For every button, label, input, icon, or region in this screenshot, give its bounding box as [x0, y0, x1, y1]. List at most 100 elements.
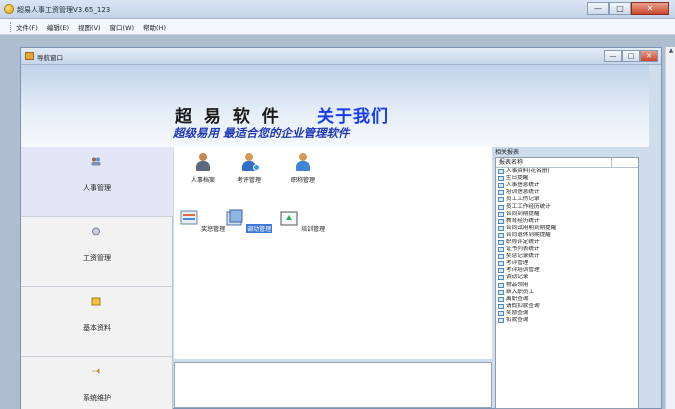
report-item-label: 考评管理	[506, 260, 529, 267]
report-item-label: 培训信息统计	[506, 189, 540, 196]
report-item[interactable]: 职称评定统计	[498, 239, 638, 246]
report-item-label: 职称评定统计	[506, 238, 540, 245]
report-item[interactable]: 调动记录	[498, 274, 638, 281]
report-item[interactable]: 奖励查询	[498, 310, 638, 317]
module-title-management[interactable]: 职称管理	[278, 153, 328, 184]
report-item[interactable]: 人事资料(花名册)	[498, 168, 638, 175]
report-item[interactable]: 物品领用	[498, 282, 638, 289]
nav-personnel[interactable]: 人事管理	[21, 147, 173, 217]
child-close-button[interactable]: ✕	[640, 50, 658, 62]
menu-edit[interactable]: 编辑(E)	[47, 22, 69, 32]
report-doc-icon	[498, 282, 504, 288]
module-evaluation[interactable]: 考评管理	[224, 153, 274, 184]
child-minimize-button[interactable]: —	[604, 50, 622, 62]
module-training[interactable]: 培训管理	[278, 209, 328, 233]
toolbar-grip[interactable]	[10, 21, 12, 32]
module-personnel-files[interactable]: 人事档案	[178, 153, 228, 184]
minimize-button[interactable]: —	[587, 2, 609, 15]
report-item-label: 教育经历统计	[506, 217, 540, 224]
reports-header: 报表名称	[496, 158, 638, 168]
maximize-button[interactable]: □	[609, 2, 631, 15]
nav-label: 基本资料	[83, 324, 111, 332]
slogan: 超级易用 最适合您的企业管理软件	[173, 126, 350, 140]
report-doc-icon	[498, 232, 504, 238]
tools-icon	[92, 368, 100, 374]
report-item[interactable]: 扣款查询	[498, 317, 638, 324]
nav-label: 人事管理	[83, 184, 111, 192]
report-item-label: 扣款查询	[506, 317, 529, 324]
report-item[interactable]: 新入职员工	[498, 289, 638, 296]
report-item-label: 生日提醒	[506, 175, 529, 182]
report-item-label: 员工工伤记录	[506, 196, 540, 203]
module-transfer[interactable]: 调动管理	[224, 209, 274, 233]
menu-file[interactable]: 文件(F)	[16, 22, 38, 32]
module-label: 考评管理	[236, 177, 261, 184]
close-button[interactable]: ✕	[631, 2, 669, 15]
report-item[interactable]: 人事信息统计	[498, 182, 638, 189]
report-item[interactable]: 证书列表统计	[498, 246, 638, 253]
reports-list: 报表名称 人事资料(花名册) 生日提醒 人事信息统计 培训信息统计 员工工伤记录 员工工作…	[495, 157, 639, 409]
report-doc-icon	[498, 211, 504, 217]
report-item[interactable]: 奖惩记录统计	[498, 253, 638, 260]
nav-system-maintenance[interactable]: 系统维护	[21, 357, 173, 409]
report-item-label: 调动记录	[506, 274, 529, 281]
report-doc-icon	[498, 225, 504, 231]
menu-help[interactable]: 帮助(H)	[143, 22, 166, 32]
menu-view[interactable]: 视图(V)	[78, 22, 101, 32]
report-item-label: 人事资料(花名册)	[506, 168, 550, 175]
vertical-scrollbar[interactable]: ▲	[665, 47, 675, 409]
nav-basic-data[interactable]: 基本资料	[21, 287, 173, 357]
folder-icon	[91, 297, 101, 306]
report-item[interactable]: 请假扣款查询	[498, 303, 638, 310]
window-title: 超易人事工资管理V3.65_123	[17, 6, 111, 14]
child-maximize-button[interactable]: □	[622, 50, 640, 62]
navigation-window: 导航窗口 — □ ✕ 超 易 软 件 关于我们 超级易用 最适合您的企业管理软件…	[20, 47, 662, 409]
report-doc-icon	[498, 218, 504, 224]
report-doc-icon	[498, 261, 504, 267]
nav-label: 工资管理	[83, 254, 111, 262]
scroll-up-icon[interactable]: ▲	[666, 47, 675, 57]
report-doc-icon	[498, 190, 504, 196]
report-item[interactable]: 考评培训管理	[498, 267, 638, 274]
report-item[interactable]: 离职查询	[498, 296, 638, 303]
nav-payroll[interactable]: 工资管理	[21, 217, 173, 287]
report-item-label: 合同试用期到期提醒	[506, 224, 557, 231]
report-item[interactable]: 合同退休到期提醒	[498, 232, 638, 239]
menu-window[interactable]: 窗口(W)	[110, 22, 135, 32]
module-panel: 人事档案 考评管理 职称管理 奖惩管理 调动管理 培训管理	[174, 147, 492, 359]
nav-label: 系统维护	[83, 394, 111, 402]
about-us-link[interactable]: 关于我们	[317, 102, 389, 127]
money-icon	[92, 227, 100, 236]
module-label: 人事档案	[190, 177, 215, 184]
report-item-label: 人事信息统计	[506, 182, 540, 189]
report-items: 人事资料(花名册) 生日提醒 人事信息统计 培训信息统计 员工工伤记录 员工工作经历统计合…	[496, 168, 638, 324]
report-item-label: 员工工作经历统计	[506, 203, 551, 210]
report-item[interactable]: 考评管理	[498, 260, 638, 267]
module-rewards[interactable]: 奖惩管理	[178, 209, 228, 233]
report-item-label: 奖励查询	[506, 309, 529, 316]
module-label: 奖惩管理	[201, 226, 226, 233]
report-item-label: 考评培训管理	[506, 267, 540, 274]
child-titlebar: 导航窗口 — □ ✕	[21, 48, 661, 65]
report-item[interactable]: 教育经历统计	[498, 218, 638, 225]
report-doc-icon	[498, 197, 504, 203]
report-doc-icon	[498, 289, 504, 295]
report-item[interactable]: 合同到期提醒	[498, 211, 638, 218]
report-item[interactable]: 员工工作经历统计	[498, 203, 638, 210]
report-item-label: 合同到期提醒	[506, 210, 540, 217]
window-icon	[25, 52, 34, 60]
report-doc-icon	[498, 247, 504, 253]
app-icon	[4, 4, 14, 14]
related-reports-panel: 相关报表 报表名称 人事资料(花名册) 生日提醒 人事信息统计 培训信息统计 员工工伤记…	[493, 147, 639, 409]
report-item[interactable]: 合同试用期到期提醒	[498, 225, 638, 232]
report-item-label: 请假扣款查询	[506, 302, 540, 309]
report-item[interactable]: 生日提醒	[498, 175, 638, 182]
report-item[interactable]: 培训信息统计	[498, 189, 638, 196]
column-report-name[interactable]: 报表名称	[496, 158, 612, 167]
evaluation-icon	[240, 153, 260, 171]
training-icon	[280, 211, 298, 226]
report-item-label: 奖惩记录统计	[506, 253, 540, 260]
people-icon	[91, 157, 101, 166]
banner: 超 易 软 件 关于我们 超级易用 最适合您的企业管理软件	[21, 65, 649, 147]
report-item[interactable]: 员工工伤记录	[498, 196, 638, 203]
